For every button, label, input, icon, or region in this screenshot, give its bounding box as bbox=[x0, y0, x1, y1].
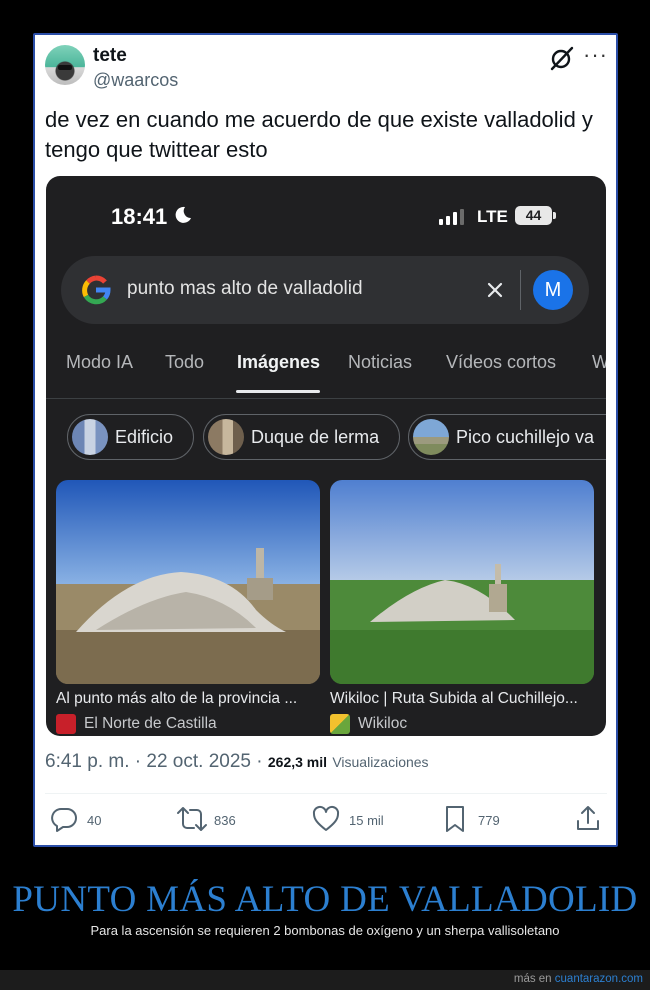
google-icon bbox=[82, 275, 111, 305]
bookmark-icon bbox=[446, 806, 464, 832]
search-divider bbox=[520, 270, 521, 310]
chip-label: Duque de lerma bbox=[251, 427, 380, 447]
tweet-time[interactable]: 6:41 p. m. bbox=[45, 751, 130, 772]
search-tabs: Modo IA Todo Imágenes Noticias Vídeos co… bbox=[46, 352, 606, 396]
views-count: 262,3 mil bbox=[267, 754, 328, 770]
active-tab-indicator bbox=[236, 390, 320, 393]
result-title[interactable]: Al punto más alto de la provincia ... bbox=[56, 690, 297, 708]
chip-label: Edificio bbox=[115, 427, 174, 447]
meta-separator: · bbox=[256, 751, 263, 772]
site-footer: más en cuantarazon.com bbox=[0, 970, 650, 990]
meta-separator: · bbox=[134, 751, 142, 772]
tab-videos-cortos[interactable]: Vídeos cortos bbox=[446, 352, 556, 373]
more-icon[interactable]: ··· bbox=[583, 42, 608, 68]
chip-thumbnail bbox=[413, 419, 449, 455]
tweet-card: tete @waarcos ··· de vez en cuando me ac… bbox=[33, 33, 618, 847]
chip-duque-de-lerma[interactable]: Duque de lerma bbox=[203, 414, 400, 460]
share-button[interactable] bbox=[573, 804, 603, 834]
battery-level: 44 bbox=[515, 206, 552, 225]
retweet-count: 836 bbox=[214, 813, 236, 828]
result-image-cairn-green-field bbox=[330, 480, 594, 684]
el-norte-de-castilla-icon bbox=[56, 714, 76, 734]
chip-pico-cuchillejo[interactable]: Pico cuchillejo va bbox=[408, 414, 606, 460]
avatar-sunglasses bbox=[58, 65, 72, 70]
user-avatar[interactable] bbox=[45, 45, 85, 85]
wikiloc-icon bbox=[330, 714, 350, 734]
footer-text: más en cuantarazon.com bbox=[514, 973, 643, 985]
tweet-date[interactable]: 22 oct. 2025 bbox=[146, 751, 251, 772]
battery-cap bbox=[553, 212, 556, 219]
tab-modo-ia[interactable]: Modo IA bbox=[66, 352, 133, 373]
caption-headline: PUNTO MÁS ALTO DE VALLADOLID bbox=[12, 879, 638, 920]
status-time: 18:41 bbox=[111, 204, 168, 229]
caption-subtitle: Para la ascensión se requieren 2 bombona… bbox=[90, 923, 560, 938]
tabs-divider bbox=[46, 398, 606, 399]
tab-todo[interactable]: Todo bbox=[165, 352, 204, 373]
like-icon bbox=[312, 805, 340, 831]
account-avatar[interactable]: M bbox=[533, 270, 573, 310]
signal-icon bbox=[439, 209, 464, 225]
tab-imagenes[interactable]: Imágenes bbox=[237, 352, 320, 373]
grok-icon[interactable] bbox=[549, 45, 575, 71]
bookmark-count: 779 bbox=[478, 813, 500, 828]
moon-icon bbox=[175, 206, 191, 223]
user-handle[interactable]: @waarcos bbox=[93, 70, 178, 91]
result-source: Wikiloc bbox=[358, 715, 408, 732]
reply-count: 40 bbox=[87, 813, 102, 828]
tweet-meta: 6:41 p. m. · 22 oct. 2025 · 262,3 mil Vi… bbox=[45, 751, 429, 773]
chip-thumbnail bbox=[208, 419, 244, 455]
clear-search-icon[interactable] bbox=[482, 277, 508, 303]
reply-icon bbox=[51, 808, 77, 832]
chip-label: Pico cuchillejo va bbox=[456, 427, 595, 447]
search-query[interactable]: punto mas alto de valladolid bbox=[127, 278, 363, 300]
footer-link[interactable]: cuantarazon.com bbox=[555, 973, 643, 985]
chip-edificio[interactable]: Edificio bbox=[67, 414, 194, 460]
tweet-text: de vez en cuando me acuerdo de que exist… bbox=[45, 107, 593, 162]
attached-screenshot[interactable]: 18:41 LTE 44 punto mas alto de valladoli… bbox=[46, 176, 606, 736]
retweet-icon bbox=[177, 807, 207, 831]
share-icon bbox=[577, 806, 599, 830]
result-source: El Norte de Castilla bbox=[84, 715, 217, 732]
result-image-cairn-dry-field bbox=[56, 480, 320, 684]
footer-prefix: más en bbox=[513, 973, 552, 985]
meta-divider bbox=[45, 793, 607, 794]
tab-noticias[interactable]: Noticias bbox=[348, 352, 412, 373]
views-label: Visualizaciones bbox=[332, 754, 429, 770]
result-title[interactable]: Wikiloc | Ruta Subida al Cuchillejo... bbox=[330, 690, 578, 708]
display-name[interactable]: tete bbox=[93, 45, 127, 67]
network-type: LTE bbox=[477, 207, 508, 226]
tab-w[interactable]: W bbox=[592, 352, 606, 373]
chip-thumbnail bbox=[72, 419, 108, 455]
like-count: 15 mil bbox=[349, 813, 384, 828]
search-bar[interactable]: punto mas alto de valladolid M bbox=[61, 256, 589, 324]
